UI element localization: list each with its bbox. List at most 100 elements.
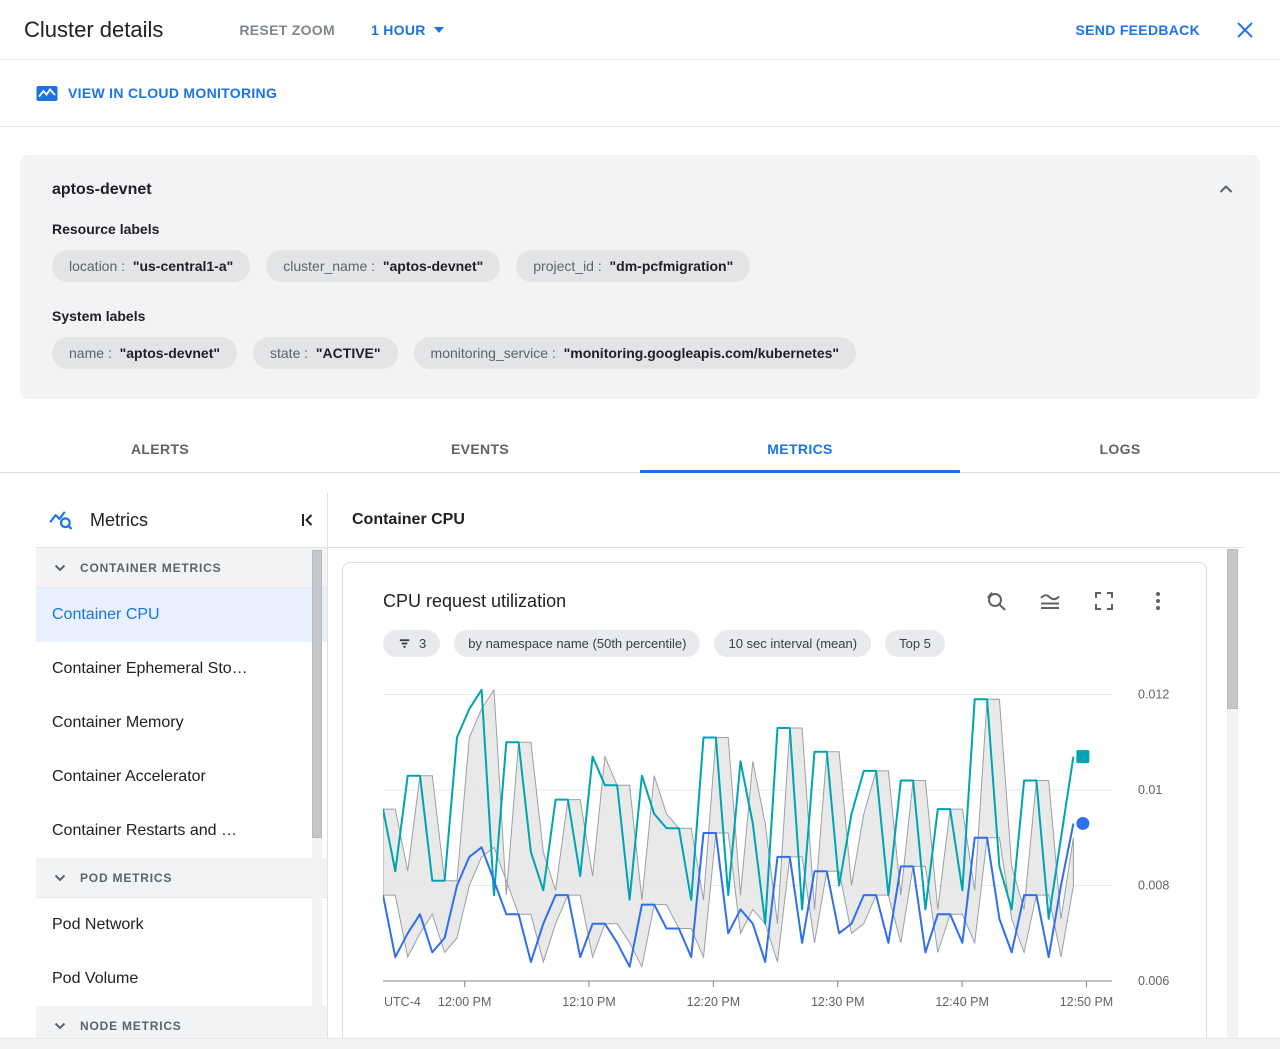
reset-zoom-button[interactable]: RESET ZOOM — [239, 22, 335, 38]
zoom-reset-button[interactable] — [984, 589, 1008, 613]
label-chip: state : "ACTIVE" — [253, 337, 398, 369]
panel-content: CPU request utilization 3 by namespace n… — [328, 548, 1244, 1046]
label-chip: location : "us-central1-a" — [52, 250, 251, 282]
sidebar-item-container-ephemeral-storage[interactable]: Container Ephemeral Sto… — [36, 642, 327, 696]
section-label: POD METRICS — [80, 870, 173, 885]
collapse-card-button[interactable] — [1214, 177, 1238, 201]
label-chip: project_id : "dm-pcfmigration" — [516, 250, 751, 282]
page-background-strip — [0, 1038, 1280, 1049]
section-pod-metrics[interactable]: POD METRICS — [36, 858, 327, 898]
tab-logs[interactable]: LOGS — [960, 425, 1280, 472]
y-tick-label: 0.008 — [1138, 879, 1169, 893]
panel-scrollbar-track[interactable] — [1227, 549, 1238, 1046]
metrics-sidebar: Metrics CONTAINER METRICS Container CPU … — [36, 493, 328, 1046]
cluster-summary-card: aptos-devnet Resource labels location : … — [20, 155, 1260, 399]
sidebar-title: Metrics — [90, 509, 148, 530]
label-value: "ACTIVE" — [315, 345, 381, 361]
y-tick-label: 0.01 — [1138, 783, 1162, 797]
groupby-chip[interactable]: by namespace name (50th percentile) — [454, 630, 701, 657]
send-feedback-button[interactable]: SEND FEEDBACK — [1076, 22, 1200, 38]
system-labels-row: name : "aptos-devnet" state : "ACTIVE" m… — [52, 337, 1228, 369]
label-key: project_id — [533, 258, 594, 274]
top5-chip[interactable]: Top 5 — [885, 630, 945, 657]
panel-title: Container CPU — [328, 493, 1244, 548]
time-range-label: 1 HOUR — [370, 21, 426, 38]
label-key: location — [69, 258, 118, 274]
x-tick-label: 12:30 PM — [811, 995, 865, 1009]
x-tick-label: 12:20 PM — [687, 995, 741, 1009]
chevron-up-icon — [1220, 185, 1232, 193]
teal-end-marker — [1076, 750, 1090, 764]
chevron-down-icon — [54, 1022, 66, 1029]
close-button[interactable] — [1234, 19, 1256, 41]
tab-metrics[interactable]: METRICS — [640, 425, 960, 473]
y-tick-label: 0.006 — [1138, 974, 1169, 988]
chevron-down-icon — [433, 26, 444, 33]
resource-labels-row: location : "us-central1-a" cluster_name … — [52, 250, 1228, 282]
metrics-main-panel: Container CPU CPU request utilization 3 … — [328, 493, 1244, 1046]
x-tick-label: 12:40 PM — [935, 995, 989, 1009]
tab-events[interactable]: EVENTS — [320, 425, 640, 472]
label-value: "us-central1-a" — [132, 258, 234, 274]
x-tick-label: 12:50 PM — [1060, 995, 1114, 1009]
chart-filter-bar: 3 by namespace name (50th percentile) 10… — [383, 630, 1170, 657]
page-title: Cluster details — [24, 16, 164, 42]
sidebar-item-container-accelerator[interactable]: Container Accelerator — [36, 750, 327, 804]
fullscreen-icon — [1095, 592, 1113, 610]
time-range-dropdown[interactable]: 1 HOUR — [371, 22, 444, 38]
monitoring-chart-icon — [36, 85, 58, 101]
sidebar-scrollbar-track[interactable] — [312, 548, 322, 1046]
x-tick-label: 12:10 PM — [562, 995, 616, 1009]
sidebar-item-container-memory[interactable]: Container Memory — [36, 696, 327, 750]
filter-count-label: 3 — [419, 636, 427, 651]
label-chip: name : "aptos-devnet" — [52, 337, 237, 369]
dialog-header: Cluster details RESET ZOOM 1 HOUR SEND F… — [0, 0, 1280, 60]
area-chart-icon — [1040, 594, 1060, 609]
chart-card: CPU request utilization 3 by namespace n… — [342, 562, 1207, 1046]
metrics-chart-icon — [49, 511, 73, 530]
blue-end-marker — [1076, 816, 1090, 830]
label-chip: cluster_name : "aptos-devnet" — [266, 250, 501, 282]
more-options-button[interactable] — [1146, 589, 1170, 613]
label-key: cluster_name — [283, 258, 368, 274]
zoom-reset-icon — [987, 591, 1006, 611]
filter-count-chip[interactable]: 3 — [383, 630, 441, 657]
utc-offset-label: UTC-4 — [384, 995, 421, 1009]
sidebar-item-pod-volume[interactable]: Pod Volume — [36, 952, 327, 1006]
label-value: "dm-pcfmigration" — [609, 258, 734, 274]
close-icon — [1237, 22, 1253, 37]
tab-alerts[interactable]: ALERTS — [0, 425, 320, 472]
sidebar-item-container-cpu[interactable]: Container CPU — [36, 588, 327, 642]
y-tick-label: 0.012 — [1138, 688, 1169, 702]
fullscreen-button[interactable] — [1092, 589, 1116, 613]
chevron-down-icon — [54, 564, 66, 571]
system-labels-title: System labels — [52, 308, 146, 324]
cpu-utilization-chart[interactable]: 0.012 0.01 0.008 0.006 12:00 PM 12:10 PM 12:20… — [382, 671, 1172, 1016]
sidebar-header: Metrics — [36, 493, 327, 548]
label-value: "monitoring.googleapis.com/kubernetes" — [563, 345, 840, 361]
x-tick-label: 12:00 PM — [438, 995, 492, 1009]
view-modes-button[interactable] — [1038, 589, 1062, 613]
interval-chip[interactable]: 10 sec interval (mean) — [714, 630, 872, 657]
sidebar-item-container-restarts[interactable]: Container Restarts and … — [36, 804, 327, 858]
sidebar-scrollbar-thumb[interactable] — [312, 550, 322, 838]
sidebar-list: CONTAINER METRICS Container CPU Containe… — [36, 548, 327, 1046]
view-in-cloud-monitoring-label: VIEW IN CLOUD MONITORING — [68, 85, 278, 101]
tab-bar: ALERTS EVENTS METRICS LOGS — [0, 425, 1280, 473]
metrics-section: Metrics CONTAINER METRICS Container CPU … — [36, 493, 1244, 1046]
label-chip: monitoring_service : "monitoring.googlea… — [413, 337, 857, 369]
panel-scrollbar-thumb[interactable] — [1227, 549, 1238, 709]
sidebar-item-pod-network[interactable]: Pod Network — [36, 898, 327, 952]
label-key: name — [69, 345, 105, 361]
filter-icon — [399, 639, 410, 648]
view-in-cloud-monitoring-link[interactable]: VIEW IN CLOUD MONITORING — [36, 85, 277, 102]
resource-labels-title: Resource labels — [52, 221, 160, 237]
monitoring-link-row: VIEW IN CLOUD MONITORING — [0, 60, 1280, 127]
section-container-metrics[interactable]: CONTAINER METRICS — [36, 548, 327, 588]
collapse-sidebar-button[interactable] — [297, 510, 317, 530]
cluster-name: aptos-devnet — [52, 181, 152, 198]
chart-area: 0.012 0.01 0.008 0.006 12:00 PM 12:10 PM 12:20… — [382, 671, 1172, 1021]
chart-title: CPU request utilization — [383, 590, 567, 611]
label-key: state — [270, 345, 301, 361]
collapse-panel-icon — [302, 514, 313, 526]
